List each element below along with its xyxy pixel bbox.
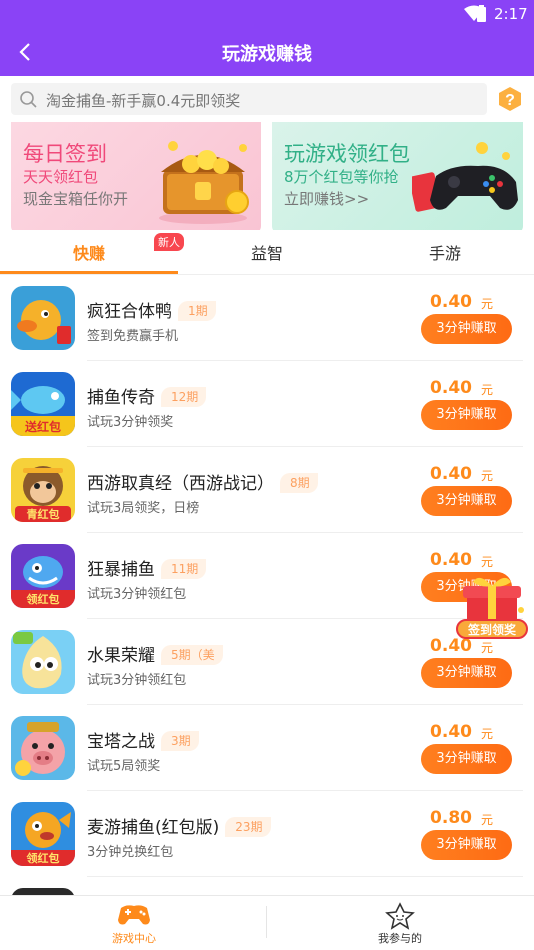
reward-unit: 元 xyxy=(480,813,493,827)
game-desc: 试玩3分钟领红包 xyxy=(87,587,187,602)
game-desc: 试玩3分钟领红包 xyxy=(87,673,187,688)
reward-amount: 0.40 xyxy=(430,464,472,484)
floating-checkin-gift[interactable]: 签到领奖 xyxy=(455,570,529,644)
search-input[interactable]: 淘金捕鱼-新手赢0.4元即领奖 xyxy=(11,83,487,115)
list-item[interactable]: 宝塔之战 3期 试玩5局领奖 0.40 元 3分钟赚取 xyxy=(0,705,534,791)
game-icon-pig xyxy=(11,716,75,780)
earn-button[interactable]: 3分钟赚取 xyxy=(421,314,512,344)
status-time: 2:17 xyxy=(494,5,528,23)
tab-shouyou[interactable]: 手游 xyxy=(429,240,461,264)
nav-label: 我参与的 xyxy=(378,932,422,945)
icon-badge-text: 青红包 xyxy=(27,507,60,521)
tab-yizhi[interactable]: 益智 xyxy=(251,240,283,264)
game-name: 宝塔之战 xyxy=(87,732,155,752)
title-bar: 玩游戏赚钱 xyxy=(0,28,534,76)
earn-button[interactable]: 3分钟赚取 xyxy=(421,658,512,688)
battery-icon xyxy=(477,5,486,22)
reward-amount: 0.80 xyxy=(430,808,472,828)
list-item[interactable]: 送红包 捕鱼传奇 12期 试玩3分钟领奖 0.40 元 3分钟赚取 xyxy=(0,361,534,447)
star-icon xyxy=(385,902,415,930)
list-item[interactable]: 青红包 西游取真经（西游战记） 8期 试玩3局领奖，日榜 0.40 元 3分钟赚取 xyxy=(0,447,534,533)
reward-unit: 元 xyxy=(480,297,493,311)
nav-my-participation[interactable]: 我参与的 xyxy=(350,896,450,950)
gamepad-icon xyxy=(412,142,518,212)
period-badge: 8期 xyxy=(280,473,318,493)
game-icon-duck xyxy=(11,286,75,350)
reward-amount: 0.40 xyxy=(430,378,472,398)
svg-text:?: ? xyxy=(505,92,515,109)
earn-button[interactable]: 3分钟赚取 xyxy=(421,400,512,430)
icon-badge-text: 送红包 xyxy=(24,419,61,434)
banner-line2: 立即赚钱>> xyxy=(284,190,370,208)
list-item-partial xyxy=(0,877,534,895)
search-area: 淘金捕鱼-新手赢0.4元即领奖 xyxy=(0,76,534,122)
active-tab-indicator xyxy=(0,271,178,274)
game-icon-fish-rage: 领红包 xyxy=(11,544,75,608)
reward-unit: 元 xyxy=(480,555,493,569)
reward-amount: 0.40 xyxy=(430,550,472,570)
gift-label: 签到领奖 xyxy=(467,622,517,637)
game-desc: 试玩5局领奖 xyxy=(87,759,161,774)
icon-badge-text: 领红包 xyxy=(26,851,60,865)
treasure-chest-icon xyxy=(159,141,249,224)
search-icon xyxy=(20,91,37,108)
period-badge: 1期 xyxy=(178,301,216,321)
list-item[interactable]: 疯狂合体鸭 1期 签到免费赢手机 0.40 元 3分钟赚取 xyxy=(0,275,534,361)
game-desc: 试玩3分钟领奖 xyxy=(87,415,174,430)
category-tabs: 快赚 新人 益智 手游 xyxy=(0,230,534,275)
earn-button[interactable]: 3分钟赚取 xyxy=(421,830,512,860)
game-desc: 3分钟兑换红包 xyxy=(87,845,174,860)
nav-divider xyxy=(266,906,267,938)
play-game-redpacket-banner[interactable]: 玩游戏领红包 8万个红包等你抢 立即赚钱>> xyxy=(272,122,523,234)
search-placeholder: 淘金捕鱼-新手赢0.4元即领奖 xyxy=(46,92,241,110)
bottom-nav: 游戏中心 我参与的 xyxy=(0,895,534,949)
reward-unit: 元 xyxy=(480,469,493,483)
nav-label: 游戏中心 xyxy=(112,932,156,945)
banner-area: 每日签到 天天领红包 现金宝箱任你开 玩游戏领红包 8万个红包等你抢 立即赚钱>… xyxy=(0,122,534,234)
game-icon-maiyou-fish: 领红包 xyxy=(11,802,75,866)
game-name: 水果荣耀 xyxy=(87,646,155,666)
earn-button[interactable]: 3分钟赚取 xyxy=(421,744,512,774)
banner-title: 每日签到 xyxy=(23,142,107,166)
new-user-badge: 新人 xyxy=(154,233,184,251)
list-item[interactable]: 领红包 狂暴捕鱼11期 试玩3分钟领红包 0.40 元 3分钟赚取 xyxy=(0,533,534,619)
daily-checkin-banner[interactable]: 每日签到 天天领红包 现金宝箱任你开 xyxy=(11,122,261,234)
game-icon-partial xyxy=(11,888,75,895)
game-desc: 试玩3局领奖，日榜 xyxy=(87,501,200,516)
game-desc: 签到免费赢手机 xyxy=(87,329,179,344)
reward-unit: 元 xyxy=(480,383,493,397)
banner-line2: 现金宝箱任你开 xyxy=(23,190,129,208)
reward-amount: 0.40 xyxy=(430,722,472,742)
game-name: 麦游捕鱼(红包版) xyxy=(87,818,220,838)
nav-game-center[interactable]: 游戏中心 xyxy=(84,896,184,950)
period-badge: 5期（美 xyxy=(161,645,223,665)
list-item[interactable]: 水果荣耀 5期（美 试玩3分钟领红包 0.40 元 3分钟赚取 xyxy=(0,619,534,705)
game-name: 狂暴捕鱼 xyxy=(87,560,155,580)
help-icon[interactable]: ? xyxy=(497,86,523,112)
period-badge: 3期 xyxy=(161,731,199,751)
reward-unit: 元 xyxy=(480,727,493,741)
period-badge: 12期 xyxy=(161,387,207,407)
banner-line1: 8万个红包等你抢 xyxy=(284,168,399,186)
reward-amount: 0.40 xyxy=(430,292,472,312)
game-icon-fruit xyxy=(11,630,75,694)
status-bar: 2:17 xyxy=(0,0,534,28)
game-name: 疯狂合体鸭 xyxy=(87,302,172,322)
game-icon-monkey: 青红包 xyxy=(11,458,75,522)
list-item[interactable]: 领红包 麦游捕鱼(红包版) 23期 3分钟兑换红包 0.80 元 3分钟赚取 xyxy=(0,791,534,877)
period-badge: 11期 xyxy=(161,559,207,579)
gamepad-nav-icon xyxy=(118,905,150,925)
game-name: 捕鱼传奇 xyxy=(87,388,155,408)
page-title: 玩游戏赚钱 xyxy=(222,44,312,65)
banner-line1: 天天领红包 xyxy=(23,168,99,186)
game-icon-fish: 送红包 xyxy=(11,372,75,436)
icon-badge-text: 领红包 xyxy=(26,592,60,606)
game-name: 西游取真经（西游战记） xyxy=(87,474,274,494)
banner-title: 玩游戏领红包 xyxy=(284,142,410,166)
tab-kuaizhuan[interactable]: 快赚 xyxy=(73,240,105,264)
period-badge: 23期 xyxy=(225,817,271,837)
gift-box-icon: 签到领奖 xyxy=(456,577,528,639)
earn-button[interactable]: 3分钟赚取 xyxy=(421,486,512,516)
